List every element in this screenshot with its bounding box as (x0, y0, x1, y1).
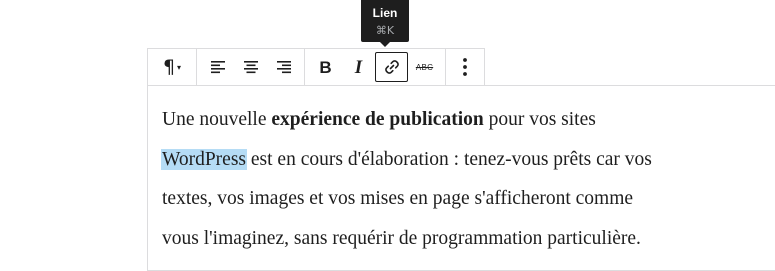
align-left-button[interactable] (201, 52, 234, 82)
paragraph-line-1: Une nouvelle expérience de publication p… (162, 100, 762, 140)
formatting-group: B I ABC (304, 49, 445, 85)
chevron-down-icon: ▾ (177, 62, 182, 72)
transform-paragraph-button[interactable]: ¶ ▾ (152, 52, 192, 82)
italic-icon: I (354, 56, 363, 78)
align-right-icon (276, 61, 291, 74)
text-segment: est en cours d'élaboration : tenez-vous … (246, 148, 652, 170)
block-type-group: ¶ ▾ (148, 49, 196, 85)
paragraph-line-3: textes, vos images et vos mises en page … (162, 188, 634, 209)
more-group (445, 49, 484, 85)
selected-text: WordPress (161, 148, 248, 170)
strikethrough-icon: ABC (415, 62, 434, 72)
strikethrough-button[interactable]: ABC (408, 52, 441, 82)
align-right-button[interactable] (267, 52, 300, 82)
italic-button[interactable]: I (342, 52, 375, 82)
kebab-menu-icon (463, 58, 467, 76)
link-button[interactable] (375, 52, 408, 82)
more-options-button[interactable] (450, 52, 480, 82)
paragraph-block[interactable]: Une nouvelle expérience de publication p… (147, 85, 775, 271)
block-toolbar: ¶ ▾ B I ABC (147, 48, 485, 86)
text-segment: Une nouvelle (162, 109, 272, 130)
tooltip-label: Lien (372, 6, 398, 20)
paragraph-line-4: vous l'imaginez, sans requérir de progra… (162, 227, 641, 249)
align-left-icon (210, 61, 225, 74)
pilcrow-icon: ¶ (162, 55, 176, 78)
align-center-icon (243, 61, 258, 74)
paragraph-text[interactable]: Une nouvelle expérience de publication p… (161, 100, 762, 258)
bold-icon: B (319, 57, 332, 77)
bold-text: expérience de publication (271, 109, 484, 130)
align-center-button[interactable] (234, 52, 267, 82)
text-segment: pour vos sites (483, 109, 596, 130)
link-tooltip: Lien ⌘K (361, 0, 409, 42)
bold-button[interactable]: B (309, 52, 342, 82)
link-icon (384, 60, 399, 74)
alignment-group (196, 49, 304, 85)
tooltip-arrow (380, 42, 390, 47)
tooltip-shortcut: ⌘K (375, 24, 395, 37)
paragraph-line-2: WordPress est en cours d'élaboration : t… (161, 140, 762, 180)
